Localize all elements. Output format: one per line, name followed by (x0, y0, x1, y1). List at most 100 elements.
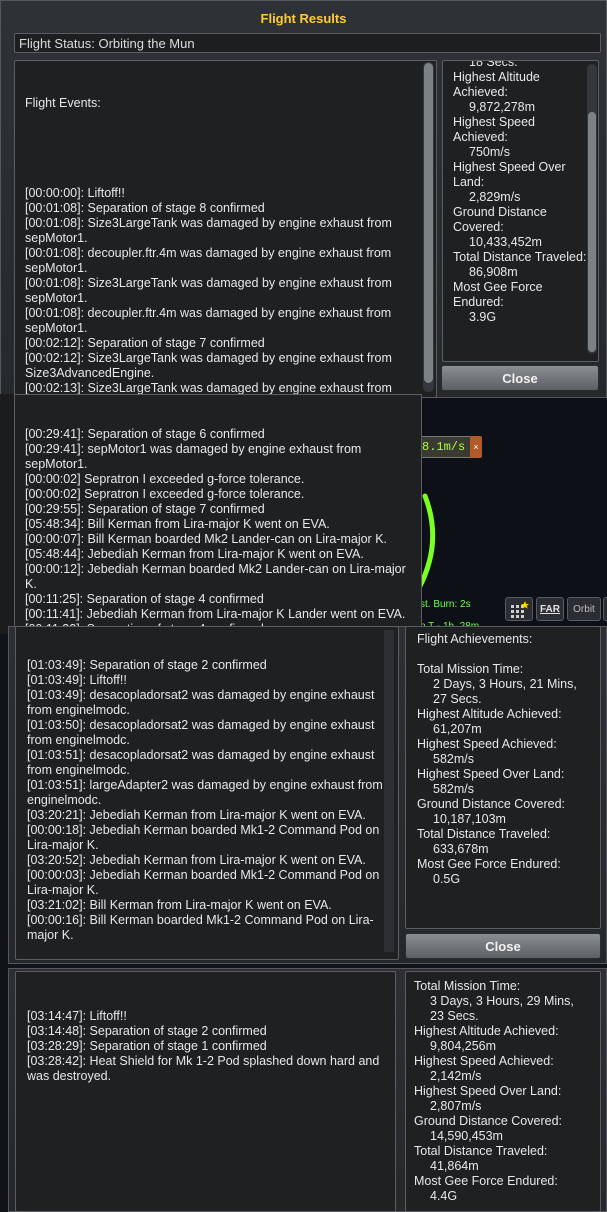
achievement-label: Ground Distance Covered: (453, 205, 547, 234)
achievement-label: Highest Speed Over Land: (417, 767, 565, 781)
events-scrollbar-3[interactable] (384, 630, 394, 952)
achievement-label: Most Gee Force Endured: (414, 1174, 558, 1188)
achievement-label: Total Mission Time: (414, 979, 521, 993)
event-entry: [00:29:55]: Separation of stage 7 confir… (25, 502, 265, 516)
achievement-label: Highest Speed Over Land: (453, 160, 566, 189)
achievements-scrollbar-thumb[interactable] (588, 112, 596, 352)
flight-achievements-panel[interactable]: 18 Secs. Highest Altitude Achieved: 9,872,… (442, 60, 599, 362)
achievement-label: Highest Altitude Achieved: (453, 70, 540, 99)
achievement-value: 2,142m/s (430, 1069, 482, 1083)
event-entry: [00:00:16]: Bill Kerman boarded Mk1-2 Co… (27, 913, 374, 942)
achievement-value: 750m/s (469, 145, 510, 159)
achievement-label: Flight Achievements: (417, 632, 533, 646)
event-entry: [00:00:12]: Jebediah Kerman boarded Mk2 … (25, 562, 410, 591)
event-entry: [03:20:21]: Jebediah Kerman from Lira-ma… (27, 808, 366, 822)
achievement-label: Total Mission Time: (417, 662, 524, 676)
window-edge (0, 394, 14, 634)
toolbar-button-partial[interactable] (603, 597, 607, 621)
achievement-label: Total Distance Traveled: (453, 250, 587, 264)
flight-status: Flight Status: Orbiting the Mun (14, 33, 601, 53)
event-entry: [00:01:08]: decoupler.ftr.4m was damaged… (25, 246, 395, 275)
achievement-label: Ground Distance Covered: (417, 797, 565, 811)
flight-events-list-2: [00:29:41]: Separation of stage 6 confir… (25, 427, 411, 627)
event-entry: [03:28:29]: Separation of stage 1 confir… (27, 1039, 267, 1053)
event-entry: [01:03:49]: Separation of stage 2 confir… (27, 658, 267, 672)
event-entry: [00:00:18]: Jebediah Kerman boarded Mk1-… (27, 823, 383, 852)
event-entry: [01:03:50]: desacopladorsat2 was damaged… (27, 718, 378, 747)
flight-events-panel-2[interactable]: [00:29:41]: Separation of stage 6 confir… (14, 394, 422, 628)
achievement-value: 2 Days, 3 Hours, 21 Mins, 27 Secs. (433, 677, 577, 706)
achievement-value: 582m/s (433, 782, 474, 796)
event-entry: [05:48:34]: Bill Kerman from Lira-major … (25, 517, 330, 531)
flight-events-list-4: [03:14:47]: Liftoff!! [03:14:48]: Separat… (27, 1009, 384, 1084)
event-entry: [03:14:47]: Liftoff!! (27, 1009, 127, 1023)
event-entry: [05:48:44]: Jebediah Kerman from Lira-ma… (25, 547, 364, 561)
event-entry: [00:29:41]: Separation of stage 6 confir… (25, 427, 265, 441)
achievement-value: 10,187,103m (433, 812, 506, 826)
event-entry: [01:03:51]: desacopladorsat2 was damaged… (27, 748, 378, 777)
achievement-value: 4.4G (430, 1189, 458, 1203)
close-button-3[interactable]: Close (405, 933, 601, 959)
achievement-label: Highest Altitude Achieved: (414, 1024, 559, 1038)
close-button[interactable]: Close (441, 365, 599, 391)
event-entry: [00:02:12]: Size3LargeTank was damaged b… (25, 351, 396, 380)
achievement-value: 18 Secs. (469, 60, 518, 69)
window-title: Flight Results (260, 11, 347, 26)
achievement-value: 2,829m/s (469, 190, 521, 204)
flight-achievements-panel-4[interactable]: Total Mission Time: 3 Days, 3 Hours, 29 M… (405, 971, 601, 1212)
achievement-label: Most Gee Force Endured: (417, 857, 561, 871)
event-entry: [01:03:51]: largeAdapter2 was damaged by… (27, 778, 383, 807)
event-entry: [00:00:00]: Liftoff!! (25, 186, 125, 200)
event-entry: [00:00:02] Sepratron I exceeded g-force … (25, 472, 305, 486)
event-entry: [03:14:48]: Separation of stage 2 confir… (27, 1024, 267, 1038)
speed-mode-button[interactable]: × (470, 436, 482, 458)
achievement-value: 582m/s (433, 752, 474, 766)
far-button[interactable]: FAR (536, 597, 564, 621)
achievement-value: 14,590,453m (430, 1129, 503, 1143)
event-entry: [03:20:52]: Jebediah Kerman from Lira-ma… (27, 853, 366, 867)
flight-events-list-3: [01:03:49]: Separation of stage 2 confir… (27, 658, 387, 943)
achievement-value: 61,207m (433, 722, 482, 736)
event-entry: [01:03:49]: desacopladorsat2 was damaged… (27, 688, 378, 717)
orbit-button[interactable]: Orbit (567, 597, 601, 621)
flight-events-list: [00:00:00]: Liftoff!! [00:01:08]: Separat… (25, 186, 426, 397)
flight-events-panel[interactable]: Flight Events: [00:00:00]: Liftoff!! [00:… (14, 60, 437, 398)
flight-events-panel-4[interactable]: [03:14:47]: Liftoff!! [03:14:48]: Separat… (15, 971, 396, 1212)
achievement-label: Total Distance Traveled: (417, 827, 551, 841)
achievement-label: Highest Altitude Achieved: (417, 707, 562, 721)
achievement-value: 10,433,452m (469, 235, 542, 249)
achievements-list: 18 Secs. Highest Altitude Achieved: 9,872,… (453, 60, 588, 325)
events-scrollbar-thumb[interactable] (424, 63, 433, 383)
achievement-value: 9,872,278m (469, 100, 536, 114)
achievement-label: Total Distance Traveled: (414, 1144, 548, 1158)
event-entry: [00:00:03]: Jebediah Kerman boarded Mk1-… (27, 868, 383, 897)
event-entry: [00:01:08]: Separation of stage 8 confir… (25, 201, 265, 215)
achievement-value: 41,864m (430, 1159, 479, 1173)
achievement-value: 2,807m/s (430, 1099, 482, 1113)
achievement-value: 9,804,256m (430, 1039, 497, 1053)
achievement-label: Highest Speed Achieved: (417, 737, 557, 751)
event-entry: [00:02:12]: Separation of stage 7 confir… (25, 336, 265, 350)
achievement-label: Most Gee Force Endured: (453, 280, 543, 309)
achievement-value: 3.9G (469, 310, 497, 324)
achievement-value: 633,678m (433, 842, 489, 856)
event-entry: [00:00:07]: Bill Kerman boarded Mk2 Land… (25, 532, 387, 546)
achievement-value: 86,908m (469, 265, 518, 279)
event-entry: [00:01:08]: Size3LargeTank was damaged b… (25, 216, 396, 245)
achievement-label: Highest Speed Over Land: (414, 1084, 562, 1098)
flight-achievements-panel-3[interactable]: Flight Achievements: Total Mission Time: 2… (405, 626, 601, 929)
event-entry: [01:03:49]: Liftoff!! (27, 673, 127, 687)
achievement-label: Highest Speed Achieved: (453, 115, 536, 144)
app-launcher-grid-icon[interactable] (505, 597, 533, 621)
achievement-label: Ground Distance Covered: (414, 1114, 562, 1128)
event-entry: [00:11:25]: Separation of stage 4 confir… (25, 592, 264, 606)
burn-time-text: st. Burn: 2s (420, 599, 471, 610)
flight-events-panel-3[interactable]: [01:03:49]: Separation of stage 2 confir… (15, 626, 399, 960)
achievement-value: 0.5G (433, 872, 461, 886)
achievement-label: Highest Speed Achieved: (414, 1054, 554, 1068)
event-entry: [00:11:41]: Jebediah Kerman from Lira-ma… (25, 607, 406, 621)
speed-readout: 8.1m/s (418, 436, 472, 458)
event-entry: [00:01:08]: decoupler.ftr.4m was damaged… (25, 306, 395, 335)
event-entry: [00:00:02] Sepratron I exceeded g-force … (25, 487, 305, 501)
flight-events-header: Flight Events: (25, 96, 101, 110)
